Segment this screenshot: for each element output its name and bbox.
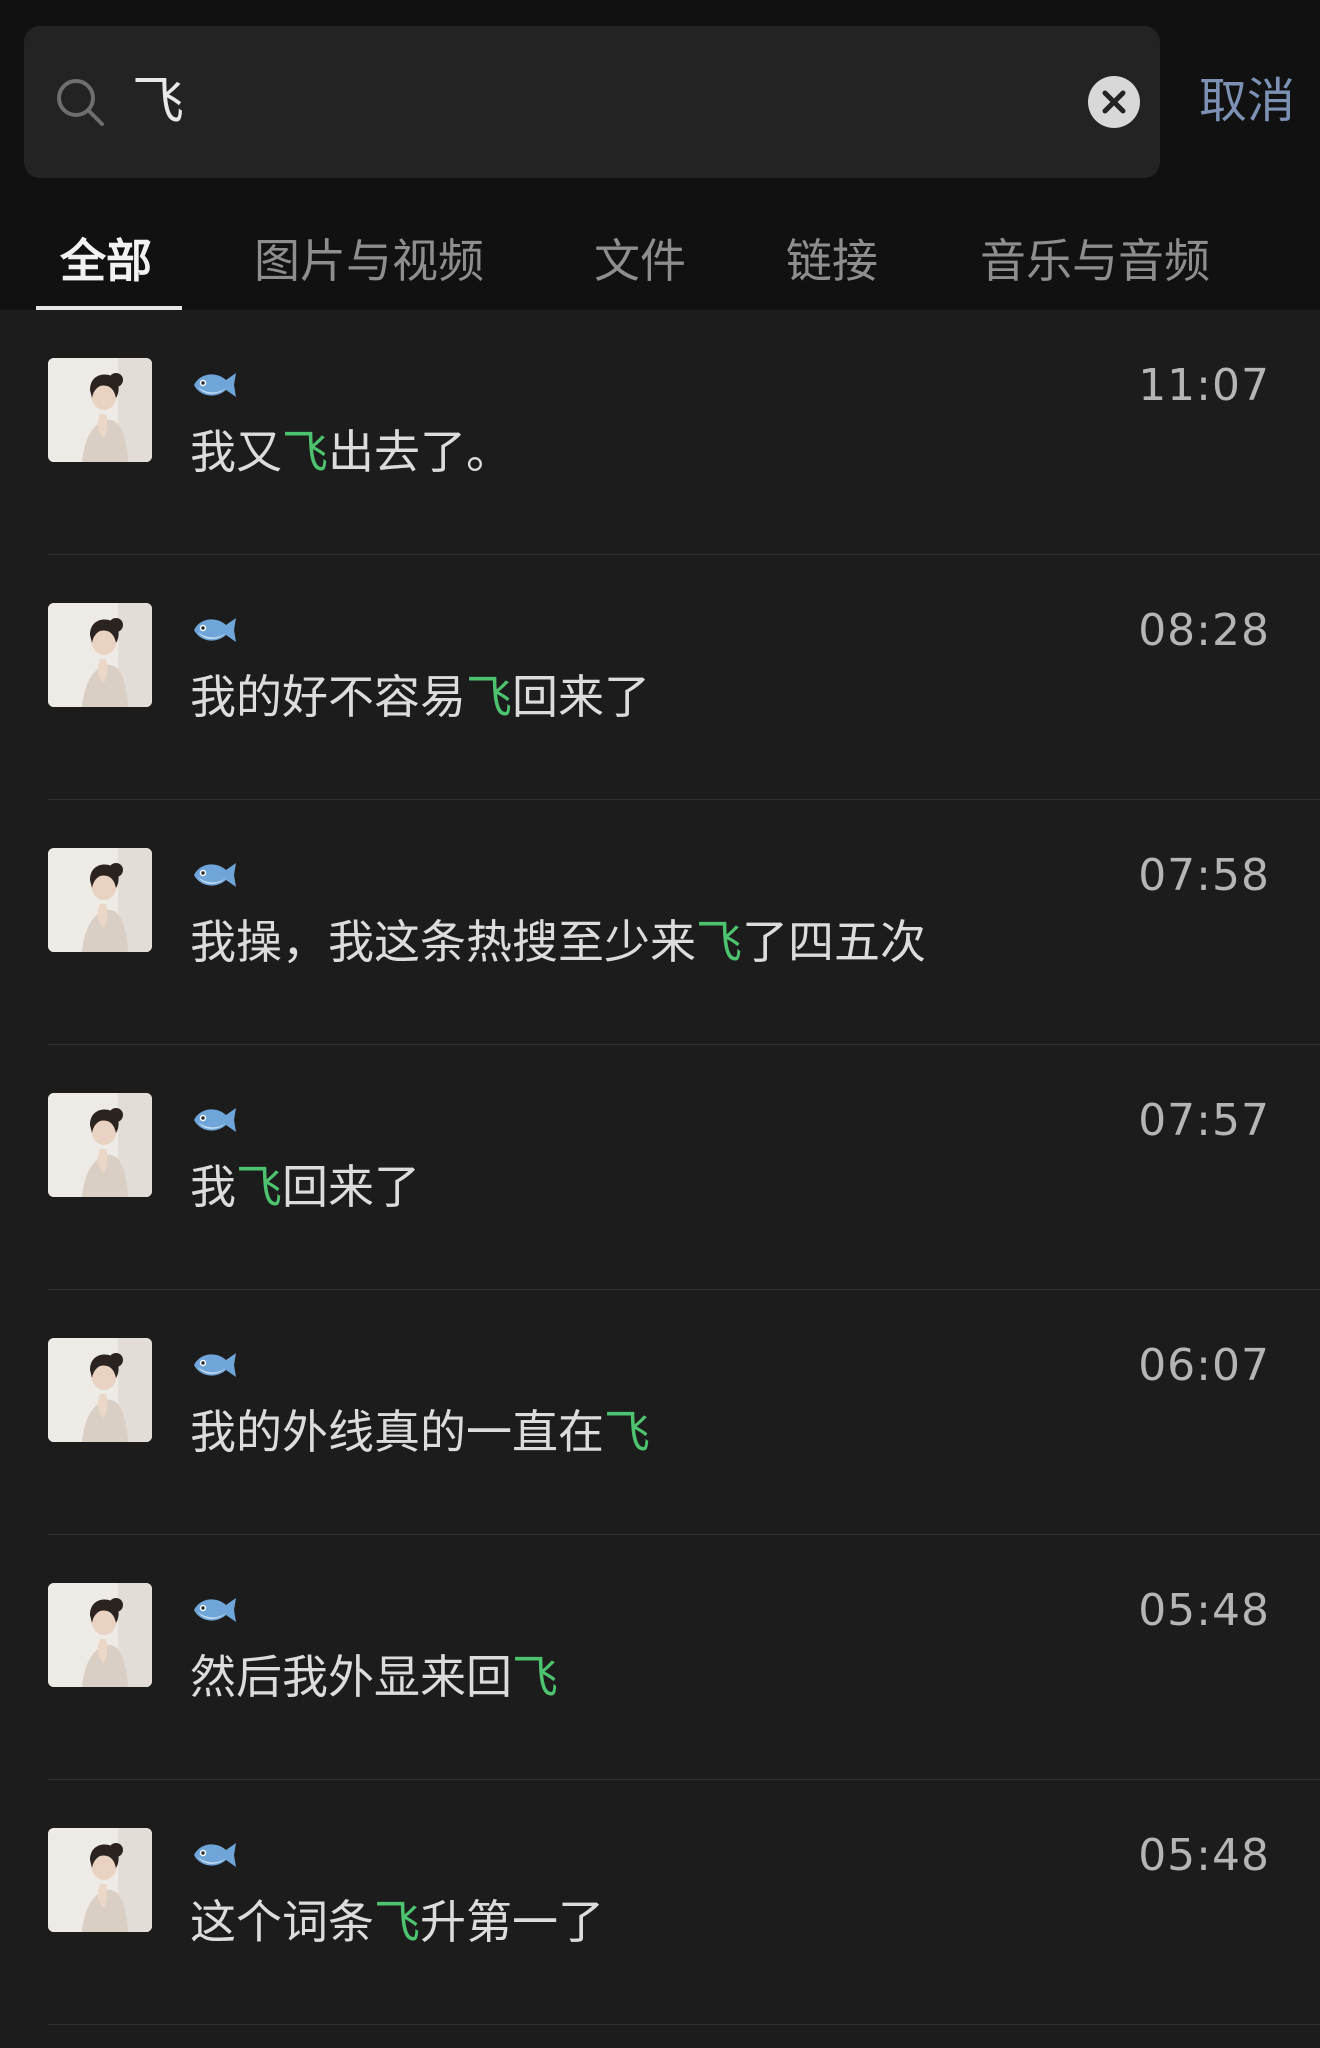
avatar[interactable] <box>48 1338 152 1442</box>
search-field[interactable]: 飞 <box>24 26 1160 178</box>
message-text-before: 这个词条 <box>190 1895 374 1949</box>
message-text-after: 回来了 <box>512 670 650 724</box>
message-text-before: 我操，我这条热搜至少来 <box>190 915 696 969</box>
search-match-highlight: 飞 <box>696 915 742 969</box>
avatar-photo <box>48 603 152 707</box>
category-tabs: 全部 图片与视频 文件 链接 音乐与音频 <box>0 222 1320 310</box>
search-match-highlight: 飞 <box>512 1650 558 1704</box>
row-divider <box>48 2024 1320 2025</box>
fish-icon <box>194 618 236 642</box>
search-result-item[interactable]: 08:28 我的好不容易飞回来了 <box>0 555 1320 800</box>
message-text-after: 出去了。 <box>328 425 512 479</box>
fish-icon <box>194 373 236 397</box>
search-match-highlight: 飞 <box>374 1895 420 1949</box>
message-time: 05:48 <box>1138 1830 1270 1881</box>
search-input[interactable]: 飞 <box>132 68 184 136</box>
search-result-item[interactable]: 11:07 我又飞出去了。 <box>0 310 1320 555</box>
search-result-item[interactable]: 07:58 我操，我这条热搜至少来飞了四五次 <box>0 800 1320 1045</box>
avatar-photo <box>48 1828 152 1932</box>
search-header: 飞 取消 全部 图片与视频 文件 链接 音乐与音频 <box>0 0 1320 310</box>
message-text-after: 回来了 <box>282 1160 420 1214</box>
tab-all[interactable]: 全部 <box>60 222 152 300</box>
search-result-item[interactable]: 05:48 这个词条飞升第一了 <box>0 1780 1320 2025</box>
message-time: 06:07 <box>1138 1340 1270 1391</box>
message-time: 08:28 <box>1138 605 1270 656</box>
avatar-photo <box>48 848 152 952</box>
avatar[interactable] <box>48 1583 152 1687</box>
tab-music-audio[interactable]: 音乐与音频 <box>980 222 1210 300</box>
message-time: 05:48 <box>1138 1585 1270 1636</box>
fish-icon <box>194 1843 236 1867</box>
fish-icon <box>194 1108 236 1132</box>
fish-icon <box>194 1353 236 1377</box>
message-text-before: 我 <box>190 1160 236 1214</box>
avatar[interactable] <box>48 1093 152 1197</box>
cancel-button[interactable]: 取消 <box>1192 62 1302 140</box>
avatar[interactable] <box>48 848 152 952</box>
message-text-before: 我的好不容易 <box>190 670 466 724</box>
search-result-item[interactable]: 07:57 我飞回来了 <box>0 1045 1320 1290</box>
avatar-photo <box>48 1583 152 1687</box>
search-result-item[interactable]: 05:48 然后我外显来回飞 <box>0 1535 1320 1780</box>
avatar-photo <box>48 1338 152 1442</box>
avatar-photo <box>48 358 152 462</box>
search-match-highlight: 飞 <box>466 670 512 724</box>
search-match-highlight: 飞 <box>282 425 328 479</box>
message-text: 我飞回来了 <box>190 1155 420 1219</box>
message-time: 11:07 <box>1138 360 1270 411</box>
message-text: 我操，我这条热搜至少来飞了四五次 <box>190 910 926 974</box>
clear-search-icon[interactable] <box>1088 76 1140 128</box>
message-text-after: 了四五次 <box>742 915 926 969</box>
message-text: 这个词条飞升第一了 <box>190 1890 604 1954</box>
message-text-before: 我的外线真的一直在 <box>190 1405 604 1459</box>
avatar[interactable] <box>48 358 152 462</box>
avatar[interactable] <box>48 603 152 707</box>
message-text: 我又飞出去了。 <box>190 420 512 484</box>
fish-icon <box>194 1598 236 1622</box>
search-match-highlight: 飞 <box>236 1160 282 1214</box>
tab-links[interactable]: 链接 <box>786 222 878 300</box>
avatar[interactable] <box>48 1828 152 1932</box>
tab-files[interactable]: 文件 <box>594 222 686 300</box>
tab-images-videos[interactable]: 图片与视频 <box>254 222 484 300</box>
message-text-before: 然后我外显来回 <box>190 1650 512 1704</box>
message-text: 我的好不容易飞回来了 <box>190 665 650 729</box>
fish-icon <box>194 863 236 887</box>
message-time: 07:57 <box>1138 1095 1270 1146</box>
message-text: 然后我外显来回飞 <box>190 1645 558 1709</box>
search-icon <box>57 79 104 126</box>
message-time: 07:58 <box>1138 850 1270 901</box>
message-text-before: 我又 <box>190 425 282 479</box>
search-result-item[interactable]: 06:07 我的外线真的一直在飞 <box>0 1290 1320 1535</box>
message-text: 我的外线真的一直在飞 <box>190 1400 650 1464</box>
message-text-after: 升第一了 <box>420 1895 604 1949</box>
search-match-highlight: 飞 <box>604 1405 650 1459</box>
avatar-photo <box>48 1093 152 1197</box>
